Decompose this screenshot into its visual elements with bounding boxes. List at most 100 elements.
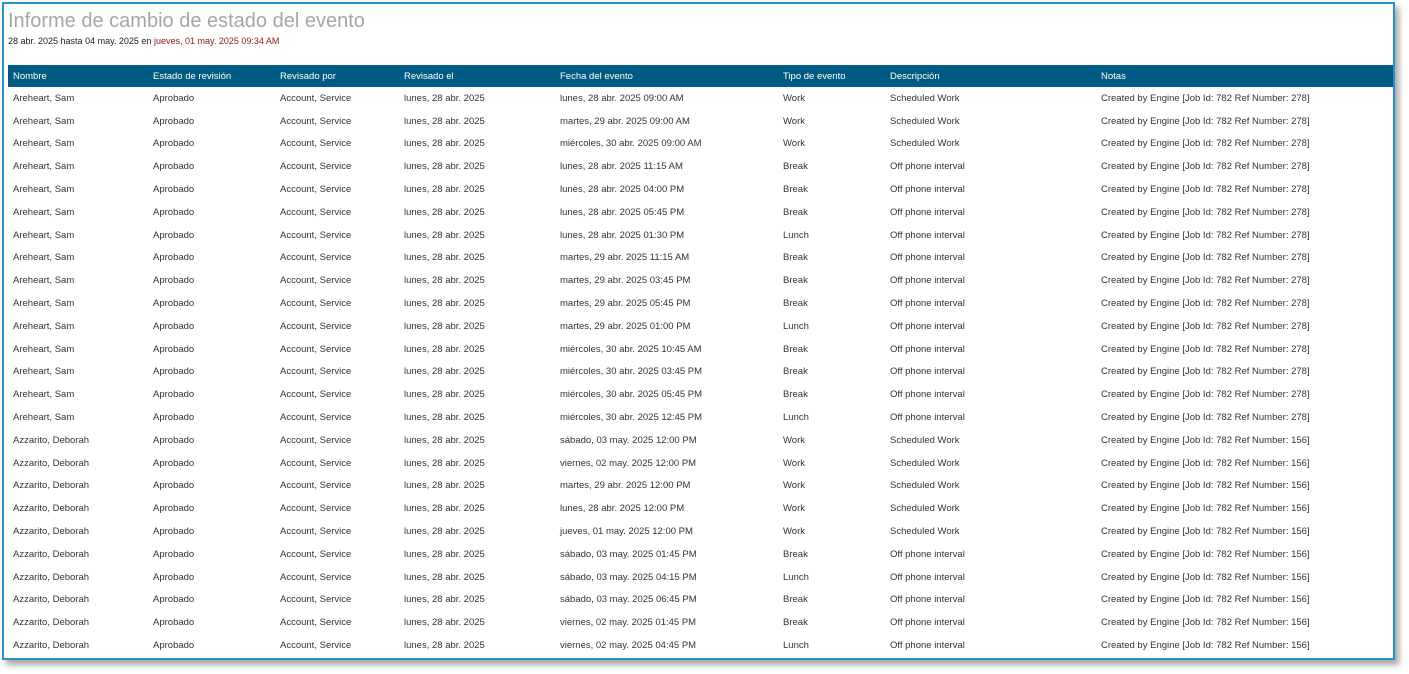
cell-notas: Created by Engine [Job Id: 782 Ref Numbe… [1101,92,1310,104]
column-header-revisado-el[interactable]: Revisado el [399,65,555,87]
cell-fecha-evento: miércoles, 30 abr. 2025 05:45 PM [560,389,703,401]
cell-notas: Created by Engine [Job Id: 782 Ref Numbe… [1101,252,1310,264]
table-row: Azzarito, Deborah Aprobado Account, Servic… [8,611,1393,634]
cell-notas: Created by Engine [Job Id: 782 Ref Numbe… [1101,434,1310,446]
cell-estado-revision: Aprobado [153,252,195,264]
cell-fecha-evento: sábado, 03 may. 2025 01:45 PM [560,548,697,560]
cell-descripcion: Scheduled Work [890,526,960,538]
cell-tipo-evento: Lunch [783,412,809,424]
cell-revisado-por: Account, Service [280,617,352,629]
cell-descripcion: Off phone interval [890,640,965,652]
cell-revisado-por: Account, Service [280,548,352,560]
cell-tipo-evento: Break [783,252,808,264]
cell-nombre: Areheart, Sam [13,252,75,264]
cell-revisado-el: lunes, 28 abr. 2025 [404,366,485,378]
cell-nombre: Azzarito, Deborah [13,457,90,469]
cell-fecha-evento: martes, 29 abr. 2025 09:00 AM [560,115,690,127]
cell-tipo-evento: Lunch [783,229,809,241]
cell-revisado-el: lunes, 28 abr. 2025 [404,343,485,355]
cell-estado-revision: Aprobado [153,389,195,401]
column-header-revisado-por[interactable]: Revisado por [275,65,399,87]
cell-nombre: Azzarito, Deborah [13,480,90,492]
table-row: Azzarito, Deborah Aprobado Account, Servic… [8,429,1393,452]
cell-descripcion: Off phone interval [890,548,965,560]
cell-tipo-evento: Lunch [783,320,809,332]
cell-revisado-por: Account, Service [280,92,352,104]
cell-revisado-por: Account, Service [280,320,352,332]
report-frame: Informe de cambio de estado del evento 2… [2,2,1395,660]
cell-estado-revision: Aprobado [153,115,195,127]
cell-revisado-el: lunes, 28 abr. 2025 [404,320,485,332]
cell-revisado-el: lunes, 28 abr. 2025 [404,138,485,150]
cell-tipo-evento: Break [783,298,808,310]
cell-revisado-el: lunes, 28 abr. 2025 [404,161,485,173]
cell-tipo-evento: Break [783,206,808,218]
cell-fecha-evento: miércoles, 30 abr. 2025 10:45 AM [560,343,702,355]
cell-notas: Created by Engine [Job Id: 782 Ref Numbe… [1101,138,1310,150]
cell-tipo-evento: Break [783,366,808,378]
cell-revisado-el: lunes, 28 abr. 2025 [404,480,485,492]
cell-tipo-evento: Work [783,503,805,515]
cell-tipo-evento: Break [783,617,808,629]
cell-nombre: Areheart, Sam [13,298,75,310]
cell-fecha-evento: viernes, 02 may. 2025 12:00 PM [560,457,697,469]
cell-nombre: Areheart, Sam [13,343,75,355]
cell-estado-revision: Aprobado [153,548,195,560]
cell-notas: Created by Engine [Job Id: 782 Ref Numbe… [1101,161,1310,173]
cell-descripcion: Scheduled Work [890,503,960,515]
cell-fecha-evento: viernes, 02 may. 2025 04:45 PM [560,640,697,652]
column-header-fecha-evento[interactable]: Fecha del evento [555,65,778,87]
cell-revisado-por: Account, Service [280,184,352,196]
event-status-table: Nombre Estado de revisión Revisado por R… [8,65,1393,657]
cell-estado-revision: Aprobado [153,275,195,287]
column-header-nombre[interactable]: Nombre [8,65,148,87]
cell-fecha-evento: miércoles, 30 abr. 2025 03:45 PM [560,366,703,378]
cell-nombre: Areheart, Sam [13,184,75,196]
cell-notas: Created by Engine [Job Id: 782 Ref Numbe… [1101,548,1310,560]
cell-estado-revision: Aprobado [153,184,195,196]
cell-tipo-evento: Break [783,275,808,287]
cell-descripcion: Off phone interval [890,343,965,355]
table-row: Areheart, Sam Aprobado Account, Service lun… [8,133,1393,156]
cell-revisado-por: Account, Service [280,229,352,241]
cell-estado-revision: Aprobado [153,206,195,218]
cell-estado-revision: Aprobado [153,412,195,424]
column-header-descripcion[interactable]: Descripción [885,65,1096,87]
table-row: Areheart, Sam Aprobado Account, Service lun… [8,406,1393,429]
cell-notas: Created by Engine [Job Id: 782 Ref Numbe… [1101,184,1310,196]
cell-tipo-evento: Lunch [783,571,809,583]
cell-revisado-por: Account, Service [280,434,352,446]
cell-nombre: Areheart, Sam [13,389,75,401]
cell-descripcion: Off phone interval [890,229,965,241]
cell-tipo-evento: Break [783,548,808,560]
report-title: Informe de cambio de estado del evento [8,10,365,32]
cell-notas: Created by Engine [Job Id: 782 Ref Numbe… [1101,526,1310,538]
table-row: Azzarito, Deborah Aprobado Account, Servic… [8,543,1393,566]
column-header-notas[interactable]: Notas [1096,65,1393,87]
cell-estado-revision: Aprobado [153,320,195,332]
cell-estado-revision: Aprobado [153,480,195,492]
cell-fecha-evento: miércoles, 30 abr. 2025 12:45 PM [560,412,703,424]
table-row: Azzarito, Deborah Aprobado Account, Servic… [8,497,1393,520]
cell-estado-revision: Aprobado [153,434,195,446]
cell-descripcion: Scheduled Work [890,457,960,469]
table-row: Areheart, Sam Aprobado Account, Service lun… [8,87,1393,110]
cell-nombre: Areheart, Sam [13,366,75,378]
cell-nombre: Areheart, Sam [13,115,75,127]
cell-revisado-el: lunes, 28 abr. 2025 [404,503,485,515]
cell-estado-revision: Aprobado [153,298,195,310]
table-row: Areheart, Sam Aprobado Account, Service lun… [8,178,1393,201]
cell-descripcion: Scheduled Work [890,434,960,446]
cell-notas: Created by Engine [Job Id: 782 Ref Numbe… [1101,320,1310,332]
cell-tipo-evento: Work [783,92,805,104]
cell-tipo-evento: Work [783,457,805,469]
column-header-estado-revision[interactable]: Estado de revisión [148,65,275,87]
cell-fecha-evento: sábado, 03 may. 2025 06:45 PM [560,594,697,606]
cell-descripcion: Off phone interval [890,320,965,332]
cell-estado-revision: Aprobado [153,138,195,150]
cell-nombre: Areheart, Sam [13,412,75,424]
cell-descripcion: Off phone interval [890,184,965,196]
column-header-tipo-evento[interactable]: Tipo de evento [778,65,885,87]
cell-notas: Created by Engine [Job Id: 782 Ref Numbe… [1101,206,1310,218]
cell-revisado-por: Account, Service [280,252,352,264]
